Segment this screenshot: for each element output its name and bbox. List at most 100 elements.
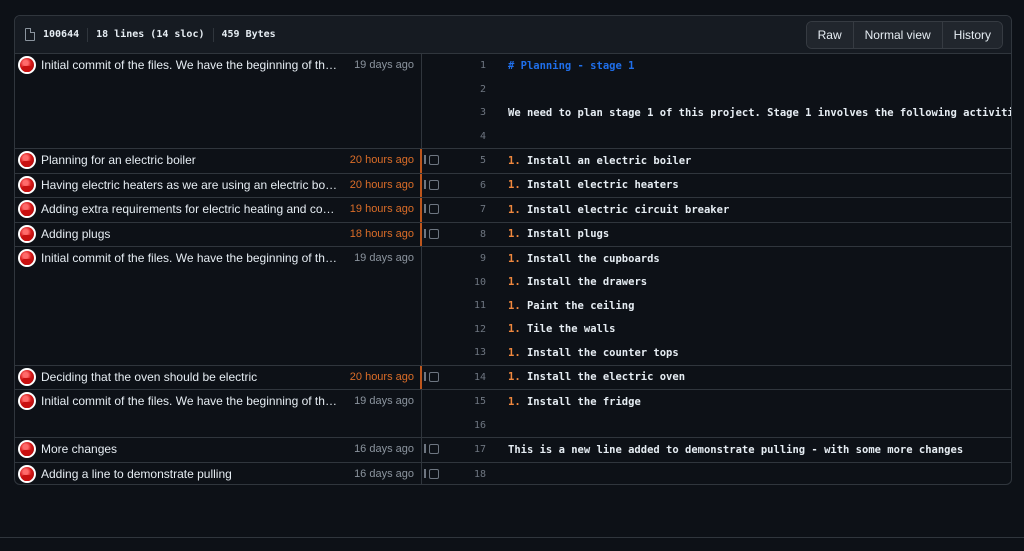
code-line: 15 1. Install the fridge (446, 390, 1011, 414)
avatar[interactable] (18, 56, 36, 74)
line-content: 1. Install electric heaters (500, 179, 679, 191)
code-line: 13 1. Install the counter tops (446, 341, 1011, 365)
commit-info: Adding plugs 18 hours ago (15, 223, 421, 245)
recency-heat-indicator (420, 390, 422, 437)
code-line: 12 1. Tile the walls (446, 318, 1011, 342)
line-number[interactable]: 2 (446, 84, 500, 95)
line-number[interactable]: 14 (446, 372, 500, 383)
commit-message-link[interactable]: Adding a line to demonstrate pulling (41, 467, 342, 481)
reblame-cell (422, 54, 446, 148)
commit-message-link[interactable]: Having electric heaters as we are using … (41, 178, 338, 192)
blame-rows: Initial commit of the files. We have the… (15, 54, 1011, 485)
line-number[interactable]: 17 (446, 444, 500, 455)
code-text: Install the fridge (520, 395, 641, 408)
recency-heat-indicator (420, 198, 422, 222)
line-number[interactable]: 5 (446, 155, 500, 166)
avatar[interactable] (18, 200, 36, 218)
code-line: 2 (446, 78, 1011, 102)
code-text: Install the cupboards (520, 252, 660, 265)
raw-button[interactable]: Raw (806, 21, 853, 48)
reblame-icon[interactable] (424, 155, 439, 165)
commit-info: More changes 16 days ago (15, 438, 421, 460)
blame-hunk: Adding plugs 18 hours ago 8 1. Install plug… (15, 222, 1011, 247)
commit-message-link[interactable]: Deciding that the oven should be electri… (41, 370, 338, 384)
code-line: 9 1. Install the cupboards (446, 247, 1011, 271)
code-lines: 6 1. Install electric heaters (446, 174, 1011, 198)
avatar[interactable] (18, 175, 36, 194)
line-number[interactable]: 11 (446, 300, 500, 311)
line-count: 18 lines (14 sloc) (87, 27, 212, 42)
commit-cell: Planning for an electric boiler 20 hours … (15, 149, 422, 173)
file-mode: 100644 (43, 28, 80, 40)
commit-message-link[interactable]: More changes (41, 442, 342, 456)
commit-message-link[interactable]: Adding extra requirements for electric h… (41, 202, 338, 216)
reblame-icon[interactable] (424, 371, 439, 382)
commit-cell: Initial commit of the files. We have the… (15, 390, 422, 437)
commit-cell: Initial commit of the files. We have the… (15, 247, 422, 365)
avatar[interactable] (18, 151, 36, 169)
line-number[interactable]: 15 (446, 396, 500, 407)
line-number[interactable]: 9 (446, 253, 500, 264)
recency-heat-indicator (420, 54, 422, 148)
line-number[interactable]: 18 (446, 469, 500, 480)
commit-info: Initial commit of the files. We have the… (15, 390, 421, 412)
avatar[interactable] (18, 440, 36, 458)
reblame-icon[interactable] (424, 204, 439, 214)
commit-cell: Initial commit of the files. We have the… (15, 54, 422, 148)
line-number[interactable]: 13 (446, 347, 500, 358)
reblame-cell (422, 174, 446, 198)
avatar[interactable] (18, 367, 36, 386)
commit-age: 19 hours ago (349, 203, 414, 215)
recency-heat-indicator (420, 365, 422, 389)
reblame-cell (422, 247, 446, 365)
avatar[interactable] (18, 464, 36, 483)
avatar[interactable] (18, 392, 36, 410)
commit-info: Initial commit of the files. We have the… (15, 247, 421, 269)
reblame-icon[interactable] (424, 179, 439, 190)
line-number[interactable]: 10 (446, 277, 500, 288)
commit-age: 19 days ago (354, 395, 414, 407)
code-text: Tile the walls (520, 323, 616, 336)
blame-hunk: Planning for an electric boiler 20 hours … (15, 149, 1011, 174)
code-lines: 8 1. Install plugs (446, 223, 1011, 247)
code-line: 1 # Planning - stage 1 (446, 54, 1011, 78)
line-content: # Planning - stage 1 (500, 60, 634, 72)
commit-info: Initial commit of the files. We have the… (15, 54, 421, 76)
list-marker: 1. (508, 179, 521, 192)
line-number[interactable]: 12 (446, 324, 500, 335)
code-lines: 14 1. Install the electric oven (446, 366, 1011, 390)
reblame-icon[interactable] (424, 468, 439, 479)
commit-message-link[interactable]: Initial commit of the files. We have the… (41, 58, 342, 72)
line-number[interactable]: 1 (446, 60, 500, 71)
blame-hunk: Initial commit of the files. We have the… (15, 390, 1011, 438)
avatar[interactable] (18, 249, 36, 267)
commit-age: 19 days ago (354, 252, 414, 264)
code-text: Install the counter tops (520, 346, 679, 359)
reblame-cell (422, 198, 446, 222)
commit-message-link[interactable]: Planning for an electric boiler (41, 153, 338, 167)
recency-heat-indicator (420, 463, 422, 485)
blame-hunk: More changes 16 days ago 17 This is a new l… (15, 438, 1011, 463)
list-marker: 1. (508, 323, 521, 336)
commit-message-link[interactable]: Initial commit of the files. We have the… (41, 394, 342, 408)
code-text: Install electric circuit breaker (520, 203, 730, 216)
line-number[interactable]: 3 (446, 107, 500, 118)
reblame-icon[interactable] (424, 444, 439, 454)
line-number[interactable]: 4 (446, 131, 500, 142)
line-content: We need to plan stage 1 of this project.… (500, 107, 1011, 119)
reblame-icon[interactable] (424, 228, 439, 239)
commit-message-link[interactable]: Adding plugs (41, 227, 338, 241)
blame-hunk: Initial commit of the files. We have the… (15, 247, 1011, 366)
history-button[interactable]: History (941, 21, 1002, 48)
line-number[interactable]: 6 (446, 180, 500, 191)
line-number[interactable]: 16 (446, 420, 500, 431)
line-number[interactable]: 7 (446, 204, 500, 215)
normal-view-button[interactable]: Normal view (852, 21, 942, 48)
commit-info: Planning for an electric boiler 20 hours … (15, 149, 421, 171)
commit-message-link[interactable]: Initial commit of the files. We have the… (41, 251, 342, 265)
avatar[interactable] (18, 224, 36, 243)
line-content: 1. Install the fridge (500, 396, 641, 408)
line-number[interactable]: 8 (446, 229, 500, 240)
list-marker: 1. (508, 154, 521, 167)
commit-info: Adding extra requirements for electric h… (15, 198, 421, 220)
